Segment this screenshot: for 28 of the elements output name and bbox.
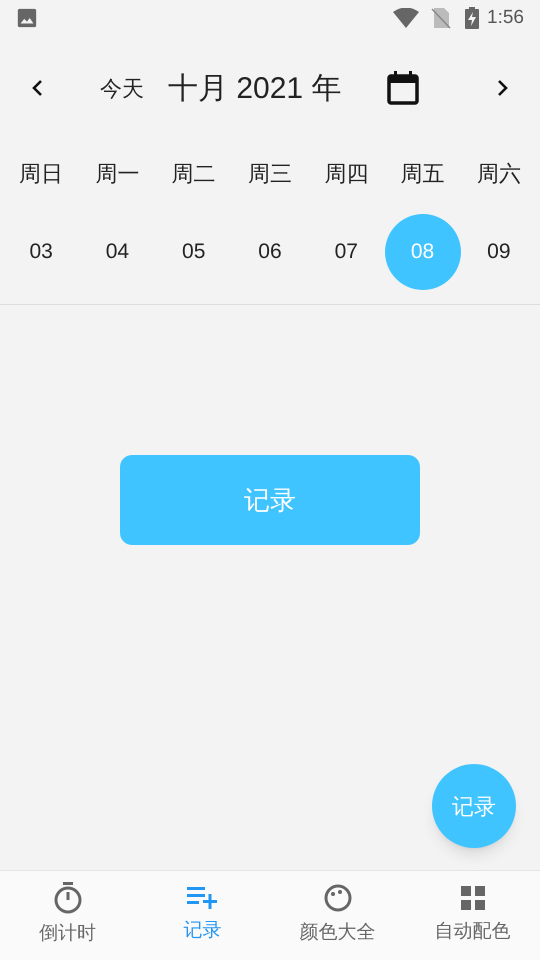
battery-charging-icon — [465, 7, 480, 29]
today-button[interactable]: 今天 — [100, 72, 144, 104]
day-button[interactable]: 04 — [79, 214, 156, 290]
nav-tab[interactable]: 自动配色 — [405, 871, 540, 960]
weekday-label: 周日 — [19, 160, 64, 188]
palette-icon — [322, 883, 352, 914]
day-button[interactable]: 09 — [460, 214, 537, 290]
nav-tab[interactable]: 颜色大全 — [270, 871, 405, 960]
calendar-icon[interactable] — [387, 71, 420, 105]
day-button[interactable]: 03 — [3, 214, 80, 290]
weekday-label: 周二 — [172, 160, 216, 188]
nav-tab[interactable]: 倒计时 — [0, 871, 135, 960]
weekday-label: 周六 — [476, 160, 521, 188]
weekday-label: 周五 — [400, 160, 445, 188]
weekday-label: 周三 — [248, 160, 292, 188]
month-title: 十月 2021 年 — [168, 70, 342, 106]
stopwatch-icon — [52, 882, 82, 914]
list-add-icon — [186, 885, 218, 912]
day-button[interactable]: 05 — [156, 214, 232, 290]
no-sim-icon — [431, 7, 452, 29]
day-button[interactable]: 07 — [308, 214, 384, 290]
weekday-label: 周一 — [95, 160, 140, 188]
wifi-icon — [393, 8, 420, 28]
weekday-label: 周四 — [324, 160, 368, 188]
image-icon — [16, 7, 38, 29]
day-button[interactable]: 06 — [232, 214, 308, 290]
status-time: 1:56 — [487, 6, 524, 30]
grid-icon — [458, 884, 486, 912]
